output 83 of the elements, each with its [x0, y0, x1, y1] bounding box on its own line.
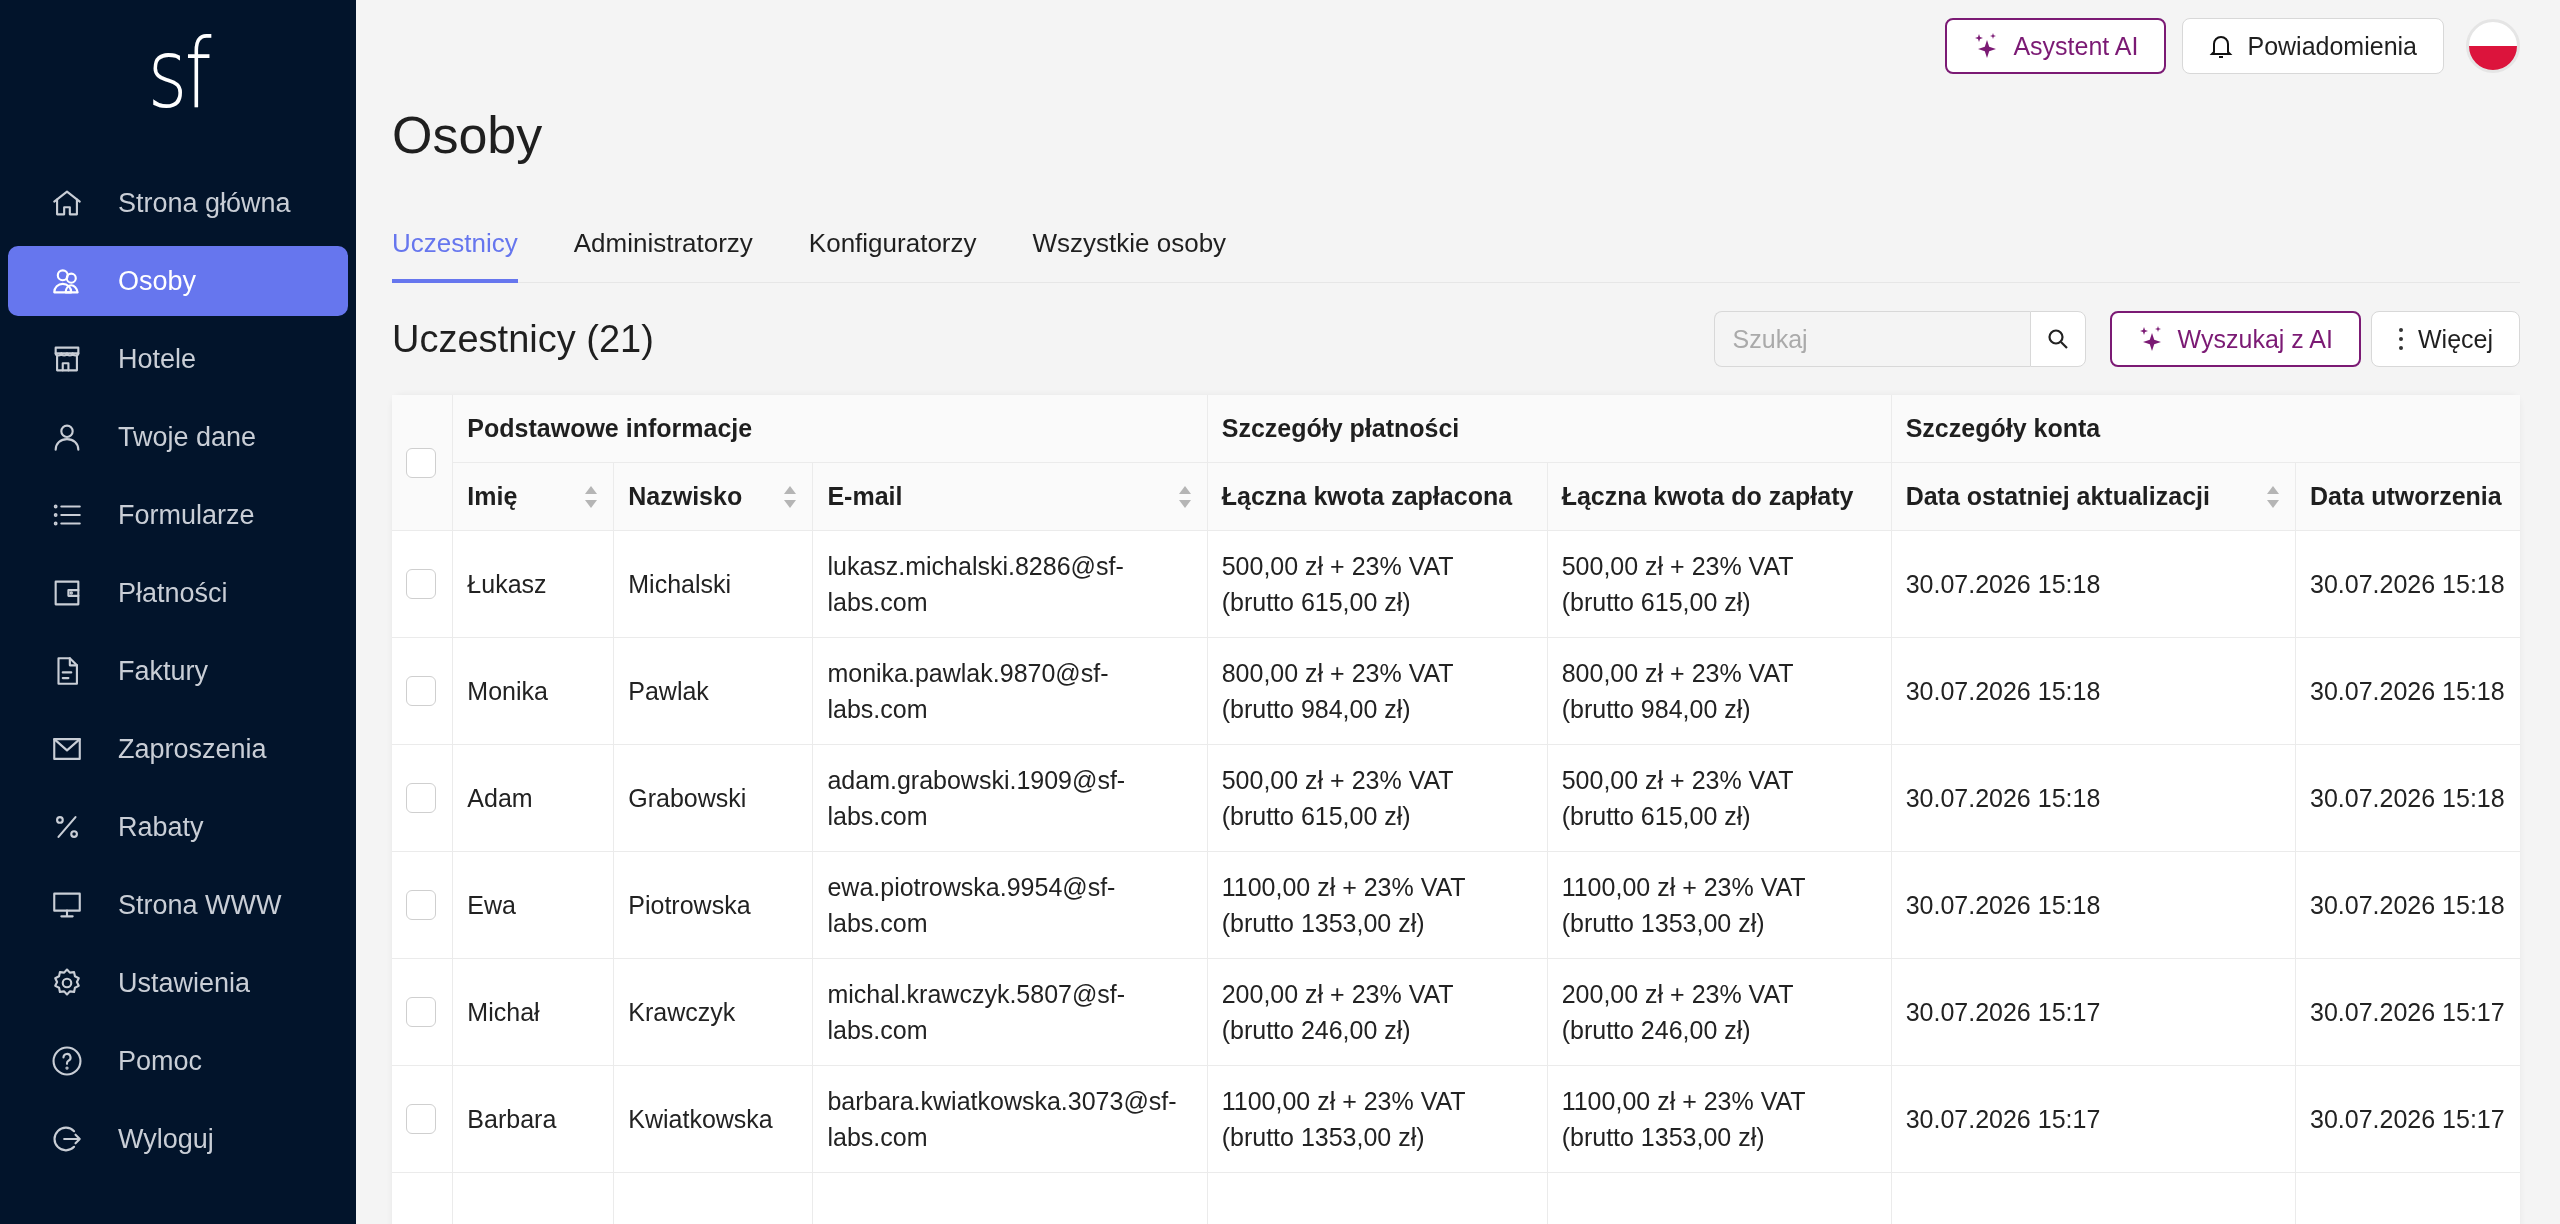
column-group-header: Szczegóły płatności	[1207, 395, 1892, 463]
table-cell: Łukasz	[452, 530, 614, 638]
table-cell: 200,00 zł + 23% VAT (brutto 246,00 zł)	[1547, 958, 1892, 1066]
table-cell: Ewa	[452, 851, 614, 959]
row-checkbox[interactable]	[406, 569, 436, 600]
column-header[interactable]: E-mail	[812, 462, 1208, 531]
notifications-button[interactable]: Powiadomienia	[2182, 18, 2444, 74]
tab[interactable]: Wszystkie osoby	[1032, 228, 1227, 284]
search-button[interactable]	[2029, 311, 2086, 368]
language-flag[interactable]	[2466, 19, 2520, 73]
table-cell: Pawlak	[613, 637, 813, 745]
table-cell: 500,00 zł + 23% VAT (brutto 615,00 zł)	[1207, 530, 1548, 638]
page-title: Osoby	[392, 105, 544, 166]
table-cell: monika.pawlak.9870@sf-labs.com	[812, 637, 1208, 745]
column-header[interactable]: Data ostatniej aktualizacji	[1891, 462, 2296, 531]
table-cell: adam.grabowski.1909@sf-labs.com	[812, 744, 1208, 852]
column-header[interactable]: Data utworzenia	[2295, 462, 2520, 531]
row-checkbox[interactable]	[406, 1104, 436, 1135]
more-icon	[2398, 327, 2404, 352]
table-cell: 1100,00 zł + 23% VAT (brutto 1353,00 zł)	[1547, 851, 1892, 959]
sidebar-item[interactable]: Płatności	[8, 558, 348, 628]
table-cell: 500,00 zł + 23% VAT (brutto 615,00 zł)	[1207, 744, 1548, 852]
table-cell: 30.07.2026 15:18	[1891, 530, 2296, 638]
more-button[interactable]: Więcej	[2371, 311, 2520, 368]
sidebar-item[interactable]: Wyloguj	[8, 1104, 348, 1174]
tab[interactable]: Uczestnicy	[392, 228, 518, 284]
table-cell: 500,00 zł + 23% VAT (brutto 615,00 zł)	[1547, 744, 1892, 852]
sidebar-item[interactable]: Strona WWW	[8, 870, 348, 940]
sidebar-item[interactable]: Strona główna	[8, 168, 348, 238]
sidebar-item[interactable]: Twoje dane	[8, 402, 348, 472]
table-cell: 30.07.2026 15:18	[1891, 851, 2296, 959]
column-group-header: Podstawowe informacje	[452, 395, 1208, 463]
sidebar-item[interactable]: Faktury	[8, 636, 348, 706]
sidebar-item[interactable]: Zaproszenia	[8, 714, 348, 784]
ai-search-button[interactable]: Wyszukaj z AI	[2109, 311, 2361, 368]
sidebar-item[interactable]: Osoby	[8, 246, 348, 316]
table-cell: 1100,00 zł + 23% VAT (brutto 1353,00 zł)	[1547, 1065, 1892, 1173]
search-field[interactable]: Szukaj	[1713, 311, 2030, 368]
table-cell: 30.07.2026 15:17	[1891, 958, 2296, 1066]
column-header[interactable]: Nazwisko	[613, 462, 813, 531]
help-icon	[50, 1044, 84, 1078]
table-cell: 30.07.2026 15:18	[1891, 637, 2296, 745]
table-cell: Michał	[452, 958, 614, 1066]
table-cell: ewa.piotrowska.9954@sf-labs.com	[812, 851, 1208, 959]
column-header[interactable]: Imię	[452, 462, 614, 531]
section-title: Uczestnicy (21)	[392, 317, 655, 361]
select-all-checkbox[interactable]	[406, 447, 436, 478]
table-cell: 500,00 zł + 23% VAT (brutto 615,00 zł)	[1547, 530, 1892, 638]
row-checkbox[interactable]	[406, 997, 436, 1028]
table-cell: 800,00 zł + 23% VAT (brutto 984,00 zł)	[1207, 637, 1548, 745]
sidebar-item[interactable]: Ustawienia	[8, 948, 348, 1018]
table-cell: 1100,00 zł + 23% VAT (brutto 1353,00 zł)	[1207, 851, 1548, 959]
row-checkbox[interactable]	[406, 676, 436, 707]
sidebar-item[interactable]: Pomoc	[8, 1026, 348, 1096]
ai-assistant-button[interactable]: Asystent AI	[1945, 18, 2167, 74]
table-cell: Adam	[452, 744, 614, 852]
table-cell: 30.07.2026 15:18	[1891, 744, 2296, 852]
table-cell: 1100,00 zł + 23% VAT (brutto 1353,00 zł)	[1207, 1065, 1548, 1173]
row-checkbox[interactable]	[406, 783, 436, 814]
bell-icon	[2209, 33, 2234, 59]
table-cell: 800,00 zł + 23% VAT (brutto 984,00 zł)	[1547, 637, 1892, 745]
column-header[interactable]: Łączna kwota zapłacona	[1207, 462, 1548, 531]
tab[interactable]: Konfiguratorzy	[808, 228, 977, 284]
table-cell: Kwiatkowska	[613, 1065, 813, 1173]
row-checkbox[interactable]	[406, 890, 436, 921]
table-cell: lukasz.michalski.8286@sf-labs.com	[812, 530, 1208, 638]
table-cell: Michalski	[613, 530, 813, 638]
column-group-header: Szczegóły konta	[1891, 395, 2520, 463]
table-cell: Krawczyk	[613, 958, 813, 1066]
table-cell: Barbara	[452, 1065, 614, 1173]
table-cell: 30.07.2026 15:17	[1891, 1065, 2296, 1173]
table-cell: 200,00 zł + 23% VAT (brutto 246,00 zł)	[1207, 958, 1548, 1066]
table-cell: Monika	[452, 637, 614, 745]
table-cell: barbara.kwiatkowska.3073@sf-labs.com	[812, 1065, 1208, 1173]
table-cell: michal.krawczyk.5807@sf-labs.com	[812, 958, 1208, 1066]
sidebar-item[interactable]: Rabaty	[8, 792, 348, 862]
sidebar-item[interactable]: Hotele	[8, 324, 348, 394]
column-header[interactable]: Łączna kwota do zapłaty	[1547, 462, 1892, 531]
tab[interactable]: Administratorzy	[573, 228, 753, 284]
table-cell: Piotrowska	[613, 851, 813, 959]
logo: sf	[147, 26, 209, 122]
sidebar-item[interactable]: Formularze	[8, 480, 348, 550]
table-cell: Grabowski	[613, 744, 813, 852]
